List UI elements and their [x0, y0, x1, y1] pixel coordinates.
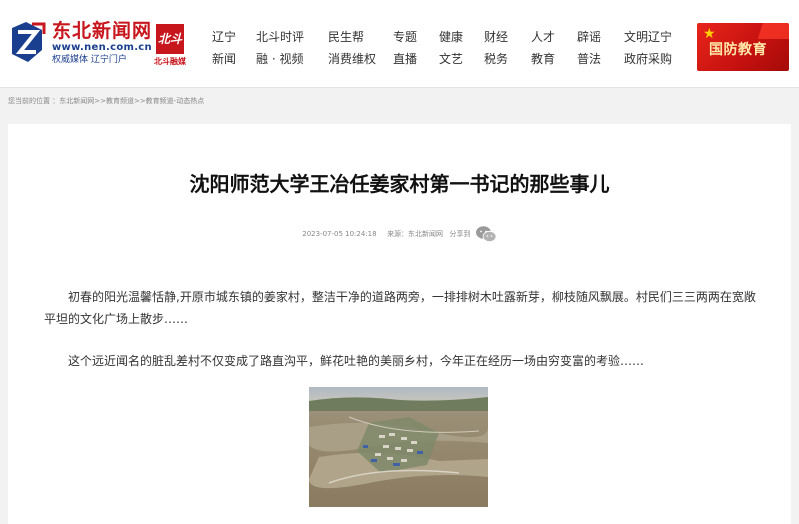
article-paragraph: 这个远近闻名的脏乱差村不仅变成了路直沟平，鲜花吐艳的美丽乡村，今年正在经历一场由…	[68, 354, 645, 368]
nav-news[interactable]: 新闻	[212, 51, 236, 67]
site-url: www.nen.com.cn	[52, 42, 152, 53]
nav-minsheng[interactable]: 民生帮	[328, 29, 364, 45]
nav-tax[interactable]: 税务	[484, 51, 508, 67]
nav-arts[interactable]: 文艺	[439, 51, 463, 67]
banner-text: 国防教育	[709, 42, 767, 58]
nav-special-topics[interactable]: 专题	[393, 29, 417, 45]
nav-consumer-rights[interactable]: 消费维权	[328, 51, 376, 67]
site-tagline: 权威媒体 辽宁门户	[52, 55, 127, 65]
nav-beidou-commentary[interactable]: 北斗时评	[256, 29, 304, 45]
nav-video[interactable]: 融 · 视频	[256, 51, 303, 67]
article-paragraph: 初春的阳光温馨恬静,开原市城东镇的姜家村，整洁干净的道路两旁，一排排树木吐露新芽…	[44, 290, 756, 326]
nav-finance[interactable]: 财经	[484, 29, 508, 45]
defense-education-banner[interactable]: ★ 国防教育	[697, 23, 789, 71]
nav-education[interactable]: 教育	[531, 51, 555, 67]
nav-live[interactable]: 直播	[393, 51, 417, 67]
nav-health[interactable]: 健康	[439, 29, 463, 45]
beidou-label: 北斗融媒	[154, 57, 186, 66]
beidou-mark: 北斗	[156, 24, 184, 54]
beidou-logo[interactable]: 北斗 北斗融媒	[152, 24, 188, 70]
nav-rumor-refute[interactable]: 辟谣	[577, 29, 601, 45]
publish-date: 2023-07-05 10:24:18	[302, 230, 377, 238]
article-meta: 2023-07-05 10:24:18 来源：东北新闻网 分享到	[8, 224, 791, 244]
village-aerial-photo	[309, 387, 488, 507]
nav-talent[interactable]: 人才	[531, 29, 555, 45]
site-logo[interactable]: 东北新闻网 www.nen.com.cn 权威媒体 辽宁门户	[8, 20, 152, 70]
article-source: 来源：东北新闻网	[387, 230, 444, 238]
nen-logo-icon	[12, 22, 46, 62]
article-title: 沈阳师范大学王冶任姜家村第一书记的那些事儿	[189, 172, 610, 196]
flag-decoration	[757, 23, 789, 39]
site-name: 东北新闻网	[52, 20, 153, 42]
nav-liaoning[interactable]: 辽宁	[212, 29, 236, 45]
nav-law[interactable]: 普法	[577, 51, 601, 67]
share-label: 分享到	[449, 230, 471, 238]
nav-gov-procurement[interactable]: 政府采购	[624, 51, 672, 67]
main-nav: 辽宁 北斗时评 民生帮 专题 健康 财经 人才 辟谣 文明辽宁 新闻 融 · 视…	[198, 27, 688, 69]
article-container: 沈阳师范大学王冶任姜家村第一书记的那些事儿 2023-07-05 10:24:1…	[8, 124, 791, 524]
wechat-icon[interactable]	[475, 225, 497, 243]
breadcrumb[interactable]: 您当前的位置 ：东北新闻网>>教育频道>>教育频道-动态热点	[8, 96, 204, 106]
nav-civilized-liaoning[interactable]: 文明辽宁	[624, 29, 672, 45]
site-header: 东北新闻网 www.nen.com.cn 权威媒体 辽宁门户 北斗 北斗融媒 辽…	[0, 0, 799, 88]
